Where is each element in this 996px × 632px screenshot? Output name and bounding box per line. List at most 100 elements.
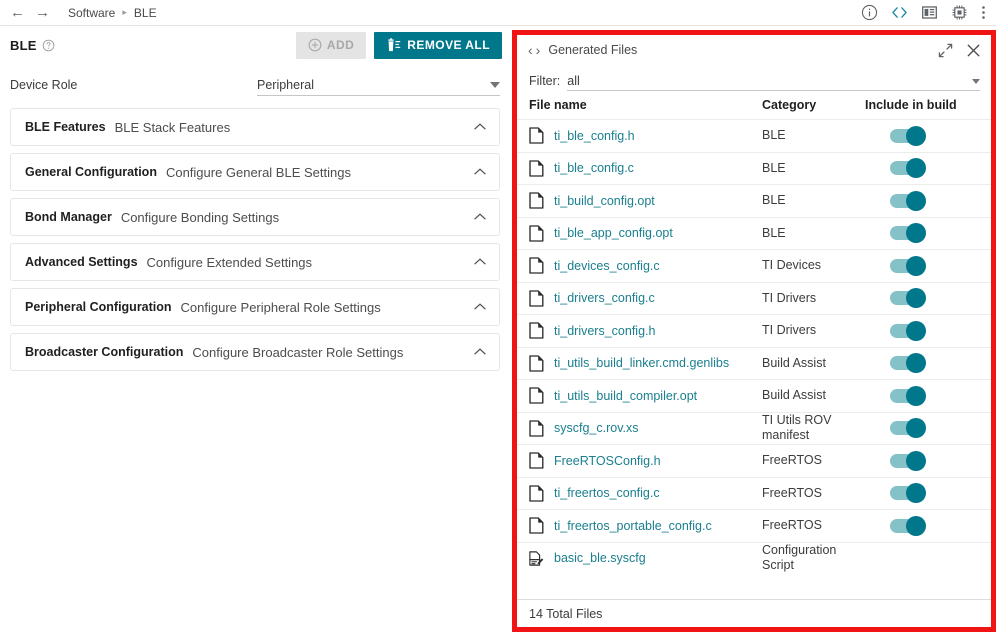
include-in-build-toggle[interactable] bbox=[890, 259, 924, 273]
chevron-down-icon bbox=[490, 82, 500, 88]
table-row[interactable]: ti_devices_config.cTI Devices bbox=[517, 249, 991, 282]
table-row[interactable]: ti_utils_build_linker.cmd.genlibs Build A… bbox=[517, 347, 991, 380]
board-icon[interactable] bbox=[921, 4, 938, 21]
file-name-link[interactable]: ti_drivers_config.h bbox=[554, 324, 655, 338]
file-icon bbox=[529, 127, 544, 144]
include-in-build-toggle[interactable] bbox=[890, 324, 924, 338]
file-name-cell: ti_devices_config.c bbox=[529, 257, 762, 274]
file-icon bbox=[529, 420, 544, 437]
include-in-build-toggle[interactable] bbox=[890, 454, 924, 468]
file-name-link[interactable]: ti_devices_config.c bbox=[554, 259, 660, 273]
file-name-link[interactable]: syscfg_c.rov.xs bbox=[554, 421, 639, 435]
include-in-build-cell bbox=[865, 161, 980, 175]
accordion-item-name: General Configuration bbox=[25, 165, 157, 179]
include-in-build-toggle[interactable] bbox=[890, 161, 924, 175]
file-name-link[interactable]: ti_ble_app_config.opt bbox=[554, 226, 673, 240]
table-row[interactable]: ti_drivers_config.cTI Drivers bbox=[517, 282, 991, 315]
file-name-link[interactable]: ti_drivers_config.c bbox=[554, 291, 655, 305]
add-button[interactable]: ADD bbox=[296, 32, 366, 59]
file-icon bbox=[529, 160, 544, 177]
breadcrumb-item-software[interactable]: Software bbox=[68, 6, 115, 20]
file-icon bbox=[529, 257, 544, 274]
close-icon[interactable] bbox=[966, 43, 981, 58]
table-row[interactable]: syscfg_c.rov.xs TI Utils ROV manifest bbox=[517, 412, 991, 445]
file-name-link[interactable]: ti_utils_build_linker.cmd.genlibs bbox=[554, 356, 729, 370]
remove-all-button[interactable]: REMOVE ALL bbox=[374, 32, 502, 59]
include-in-build-toggle[interactable] bbox=[890, 194, 924, 208]
file-category: Build Assist bbox=[762, 356, 865, 371]
file-name-link[interactable]: ti_ble_config.h bbox=[554, 129, 635, 143]
file-name-link[interactable]: FreeRTOSConfig.h bbox=[554, 454, 661, 468]
chip-icon[interactable] bbox=[951, 4, 968, 21]
accordion-item-broadcaster-configuration[interactable]: Broadcaster Configuration Configure Broa… bbox=[10, 333, 500, 371]
file-category: FreeRTOS bbox=[762, 453, 865, 468]
panel-prev-icon[interactable]: ‹ bbox=[528, 43, 533, 57]
table-row[interactable]: ti_ble_config.cBLE bbox=[517, 152, 991, 185]
panel-nav-arrows: ‹ › bbox=[528, 43, 540, 57]
table-row[interactable]: ti_build_config.optBLE bbox=[517, 184, 991, 217]
table-row[interactable]: FreeRTOSConfig.h FreeRTOS bbox=[517, 444, 991, 477]
table-row[interactable]: ti_ble_config.hBLE bbox=[517, 119, 991, 152]
breadcrumb-item-ble[interactable]: BLE bbox=[134, 6, 157, 20]
include-in-build-toggle[interactable] bbox=[890, 421, 924, 435]
file-name-link[interactable]: ti_ble_config.c bbox=[554, 161, 634, 175]
device-role-select[interactable]: Peripheral bbox=[257, 78, 500, 96]
files-table-header: File name Category Include in build bbox=[517, 91, 991, 119]
info-icon[interactable] bbox=[861, 4, 878, 21]
accordion-item-desc: Configure Bonding Settings bbox=[121, 210, 279, 225]
generated-files-panel: ‹ › Generated Files Filter: all bbox=[517, 35, 991, 627]
file-category: Configuration Script bbox=[762, 543, 865, 573]
file-name-link[interactable]: ti_utils_build_compiler.opt bbox=[554, 389, 697, 403]
include-in-build-toggle[interactable] bbox=[890, 129, 924, 143]
file-name-link[interactable]: ti_freertos_config.c bbox=[554, 486, 660, 500]
accordion-item-bond-manager[interactable]: Bond Manager Configure Bonding Settings bbox=[10, 198, 500, 236]
file-name-link[interactable]: ti_freertos_portable_config.c bbox=[554, 519, 712, 533]
nav-arrows: ← → bbox=[0, 5, 50, 20]
file-name-link[interactable]: ti_build_config.opt bbox=[554, 194, 655, 208]
back-arrow-icon[interactable]: ← bbox=[10, 5, 25, 20]
table-row[interactable]: ti_ble_app_config.optBLE bbox=[517, 217, 991, 250]
file-icon bbox=[529, 355, 544, 372]
include-in-build-cell bbox=[865, 486, 980, 500]
files-total-count: 14 Total Files bbox=[517, 599, 991, 627]
trash-icon bbox=[386, 38, 402, 53]
table-row[interactable]: ti_drivers_config.hTI Drivers bbox=[517, 314, 991, 347]
code-brackets-icon[interactable] bbox=[891, 4, 908, 21]
include-in-build-toggle[interactable] bbox=[890, 519, 924, 533]
include-in-build-toggle[interactable] bbox=[890, 486, 924, 500]
help-circle-icon[interactable] bbox=[42, 39, 55, 52]
filter-row: Filter: all bbox=[517, 65, 991, 91]
file-icon bbox=[529, 290, 544, 307]
chevron-up-icon bbox=[473, 167, 487, 177]
table-row[interactable]: ti_freertos_portable_config.cFreeRTOS bbox=[517, 509, 991, 542]
file-name-link[interactable]: basic_ble.syscfg bbox=[554, 551, 646, 565]
file-category: TI Utils ROV manifest bbox=[762, 413, 865, 443]
breadcrumb-separator-icon: ▸ bbox=[122, 7, 127, 18]
file-category: FreeRTOS bbox=[762, 486, 865, 501]
accordion-item-advanced-settings[interactable]: Advanced Settings Configure Extended Set… bbox=[10, 243, 500, 281]
include-in-build-toggle[interactable] bbox=[890, 226, 924, 240]
include-in-build-cell bbox=[865, 291, 980, 305]
device-role-value: Peripheral bbox=[257, 78, 314, 92]
file-name-cell: ti_drivers_config.c bbox=[529, 290, 762, 307]
file-name-cell: ti_drivers_config.h bbox=[529, 322, 762, 339]
forward-arrow-icon[interactable]: → bbox=[35, 5, 50, 20]
panel-next-icon[interactable]: › bbox=[536, 43, 541, 57]
accordion-item-ble-features[interactable]: BLE Features BLE Stack Features bbox=[10, 108, 500, 146]
table-row[interactable]: ti_utils_build_compiler.optBuild Assist bbox=[517, 379, 991, 412]
files-table-body: ti_ble_config.hBLEti_ble_config.cBLEti_b… bbox=[517, 119, 991, 599]
include-in-build-toggle[interactable] bbox=[890, 291, 924, 305]
chevron-up-icon bbox=[473, 257, 487, 267]
include-in-build-toggle[interactable] bbox=[890, 356, 924, 370]
accordion-item-general-configuration[interactable]: General Configuration Configure General … bbox=[10, 153, 500, 191]
include-in-build-toggle[interactable] bbox=[890, 389, 924, 403]
generated-files-highlight: ‹ › Generated Files Filter: all bbox=[512, 30, 996, 632]
filter-select[interactable]: all bbox=[567, 74, 980, 91]
kebab-menu-icon[interactable] bbox=[981, 4, 986, 21]
table-row[interactable]: ti_freertos_config.c FreeRTOS bbox=[517, 477, 991, 510]
filter-label: Filter: bbox=[529, 74, 560, 91]
accordion-item-peripheral-configuration[interactable]: Peripheral Configuration Configure Perip… bbox=[10, 288, 500, 326]
expand-diagonal-icon[interactable] bbox=[938, 43, 953, 58]
table-row[interactable]: basic_ble.syscfg Configuration Script bbox=[517, 542, 991, 575]
device-role-row: Device Role Peripheral bbox=[0, 66, 510, 96]
